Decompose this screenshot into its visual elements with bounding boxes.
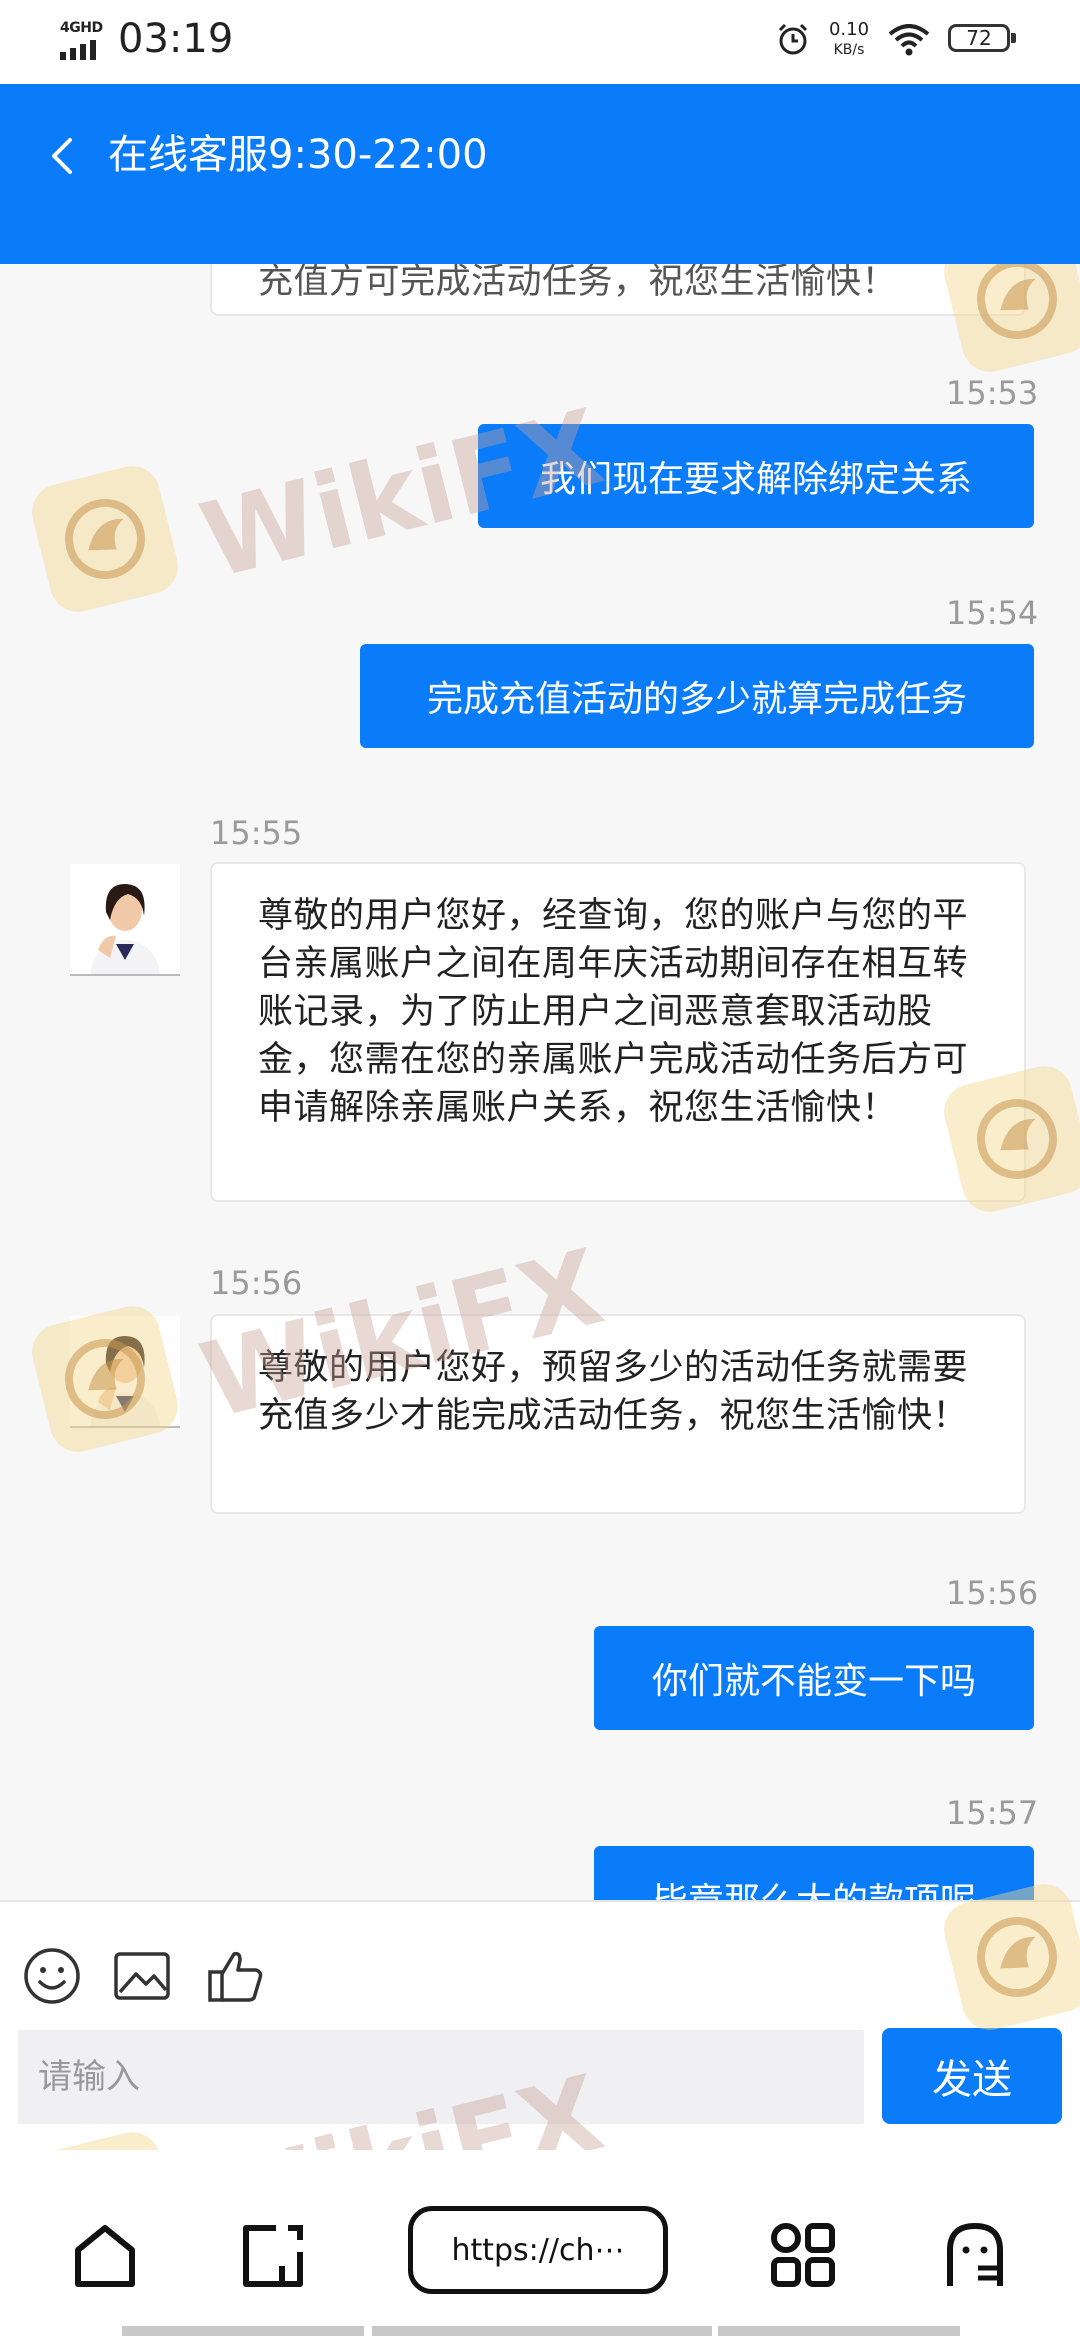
- message-bubble-user: 你们就不能变一下吗: [594, 1626, 1034, 1730]
- message-bubble-user: 完成充值活动的多少就算完成任务: [360, 644, 1034, 748]
- bottom-indicator: [372, 2326, 712, 2336]
- apps-grid-icon[interactable]: [768, 2220, 838, 2290]
- watermark-logo-icon: [938, 1878, 1080, 2036]
- message-time: 15:56: [946, 1574, 1039, 1612]
- battery-level: 72: [948, 24, 1010, 52]
- message-input[interactable]: [18, 2030, 864, 2124]
- back-button[interactable]: [36, 116, 88, 196]
- alarm-icon: [778, 23, 808, 55]
- chat-messages[interactable]: 充值方可完成活动任务，祝您生活愉快！ 15:53 我们现在要求解除绑定关系 15…: [0, 264, 1080, 1900]
- agent-avatar: [70, 864, 180, 976]
- ghost-menu-icon[interactable]: [940, 2220, 1010, 2290]
- bottom-indicator: [718, 2326, 960, 2336]
- network-type: 4GHD: [60, 20, 103, 36]
- agent-portrait-icon: [70, 864, 180, 974]
- message-text: 尊敬的用户您好，经查询，您的账户与您的平台亲属账户之间在周年庆活动期间存在相互转…: [258, 896, 969, 1128]
- signal-icon: 4GHD: [58, 20, 106, 60]
- network-speed: 0.10 KB/s: [824, 20, 874, 60]
- input-area: 发送: [0, 1878, 1080, 2152]
- message-text: 完成充值活动的多少就算完成任务: [426, 679, 967, 720]
- home-icon[interactable]: [70, 2220, 140, 2290]
- message-text: 毕竟那么大的款项呢: [652, 1872, 976, 1900]
- message-text: 我们现在要求解除绑定关系: [539, 459, 972, 500]
- page-title: 在线客服9:30-22:00: [108, 132, 488, 178]
- message-text: 尊敬的用户您好，预留多少的活动任务就需要充值多少才能完成活动任务，祝您生活愉快！: [258, 1348, 969, 1436]
- message-time: 15:56: [210, 1264, 303, 1302]
- send-button[interactable]: 发送: [882, 2028, 1062, 2124]
- watermark-logo-icon: [26, 460, 184, 618]
- message-time: 15:54: [946, 594, 1039, 632]
- browser-nav-bar: https://ch⋯: [0, 2150, 1080, 2340]
- speed-unit: KB/s: [833, 42, 865, 58]
- message-bubble-user: 我们现在要求解除绑定关系: [478, 424, 1034, 528]
- address-bar[interactable]: https://ch⋯: [408, 2206, 668, 2294]
- agent-portrait-icon: [70, 1316, 180, 1426]
- message-text: 充值方可完成活动任务，祝您生活愉快！: [258, 264, 898, 302]
- battery-icon: 72: [948, 24, 1020, 56]
- chevron-left-icon: [52, 138, 72, 174]
- message-time: 15:55: [210, 814, 303, 852]
- message-bubble-user: 毕竟那么大的款项呢: [594, 1846, 1034, 1900]
- thumbs-up-icon[interactable]: [206, 1946, 266, 2006]
- image-icon[interactable]: [112, 1946, 172, 2006]
- clock: 03:19: [118, 16, 234, 62]
- wifi-icon: [888, 24, 930, 56]
- message-bubble-agent: 尊敬的用户您好，预留多少的活动任务就需要充值多少才能完成活动任务，祝您生活愉快！: [210, 1314, 1026, 1514]
- message-bubble-agent: 充值方可完成活动任务，祝您生活愉快！: [210, 264, 1026, 316]
- agent-avatar: [70, 1316, 180, 1428]
- message-time: 15:57: [946, 1794, 1039, 1832]
- emoji-icon[interactable]: [22, 1946, 82, 2006]
- app-header: 在线客服9:30-22:00: [0, 84, 1080, 264]
- speed-value: 0.10: [828, 19, 870, 40]
- status-bar: 4GHD 03:19 0.10 KB/s 72: [0, 0, 1080, 84]
- message-time: 15:53: [946, 374, 1039, 412]
- message-bubble-agent: 尊敬的用户您好，经查询，您的账户与您的平台亲属账户之间在周年庆活动期间存在相互转…: [210, 862, 1026, 1202]
- bottom-indicator: [122, 2326, 364, 2336]
- tabs-icon[interactable]: [238, 2220, 308, 2290]
- message-text: 你们就不能变一下吗: [651, 1661, 976, 1702]
